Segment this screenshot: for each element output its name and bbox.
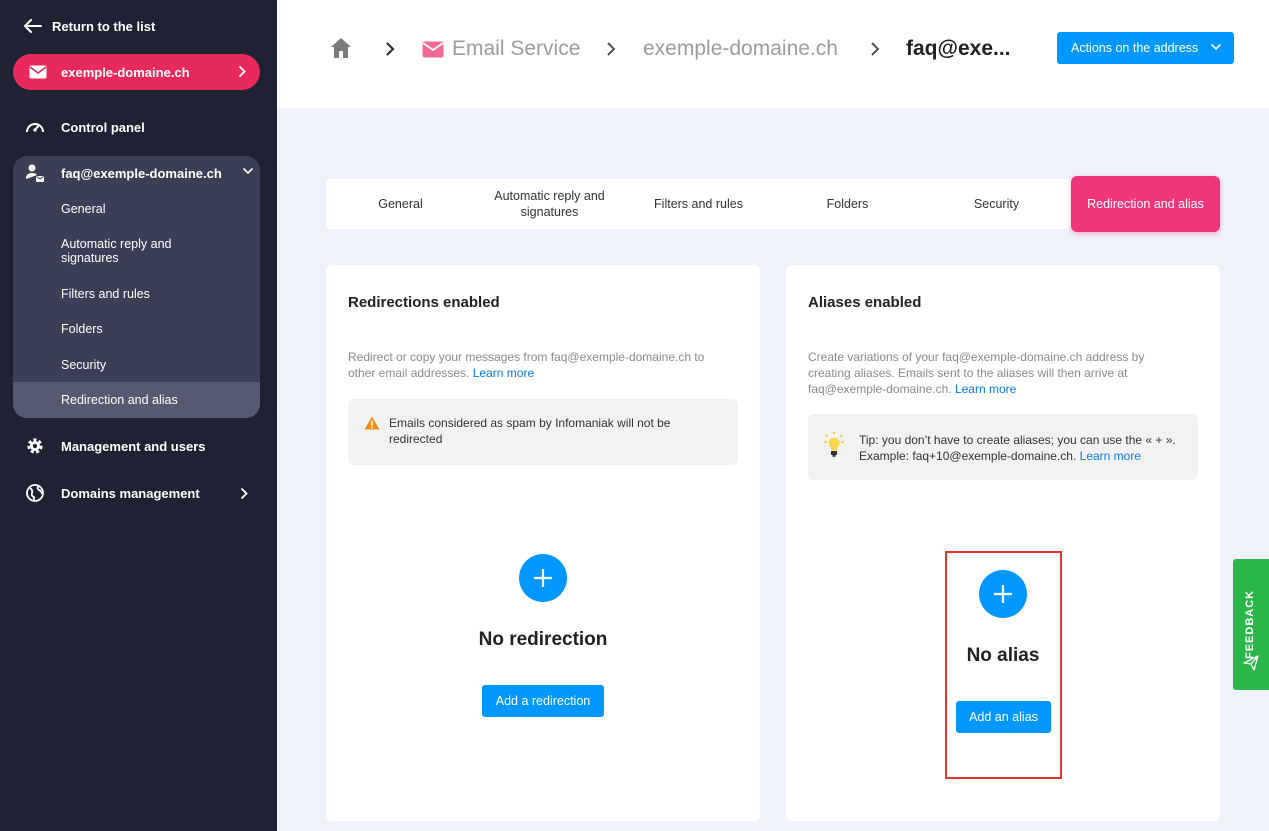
- arrow-left-icon: [24, 19, 42, 33]
- learn-more-link[interactable]: Learn more: [955, 382, 1016, 396]
- feedback-tab[interactable]: FEEDBACK: [1233, 559, 1269, 690]
- chevron-right-icon: [871, 42, 880, 56]
- learn-more-link[interactable]: Learn more: [473, 366, 534, 380]
- chevron-down-icon: [1210, 43, 1222, 51]
- page-header: Email Service exemple-domaine.ch faq@exe…: [277, 0, 1269, 108]
- return-to-list-label: Return to the list: [52, 18, 156, 34]
- tab-security[interactable]: Security: [922, 179, 1071, 229]
- globe-icon: [24, 482, 46, 504]
- chevron-right-icon: [240, 487, 248, 500]
- chevron-right-icon: [386, 42, 395, 56]
- chevron-right-icon: [238, 65, 246, 78]
- redirections-card: Redirections enabled Redirect or copy yo…: [326, 265, 760, 821]
- sidebar-item-auto-reply[interactable]: Automatic reply and signatures: [61, 237, 221, 265]
- sidebar: Return to the list exemple-domaine.ch Co…: [0, 0, 277, 831]
- mail-icon: [27, 61, 49, 83]
- sidebar-item-folders[interactable]: Folders: [61, 322, 221, 336]
- add-redirection-plus-button[interactable]: [519, 554, 567, 602]
- highlight-frame: [945, 551, 1062, 779]
- chevron-right-icon: [607, 42, 616, 56]
- sidebar-item-domains[interactable]: Domains management: [24, 482, 254, 504]
- account-submenu: faq@exemple-domaine.ch General Automatic…: [13, 156, 260, 418]
- account-label: faq@exemple-domaine.ch: [61, 165, 222, 181]
- tab-general[interactable]: General: [326, 179, 475, 229]
- actions-on-address-button[interactable]: Actions on the address: [1057, 32, 1234, 64]
- sidebar-item-filters[interactable]: Filters and rules: [61, 287, 221, 301]
- add-redirection-button[interactable]: Add a redirection: [482, 685, 604, 717]
- domain-selector[interactable]: exemple-domaine.ch: [13, 54, 260, 90]
- domain-label: exemple-domaine.ch: [61, 64, 190, 80]
- spam-warning-text: Emails considered as spam by Infomaniak …: [389, 416, 671, 446]
- tab-filters[interactable]: Filters and rules: [624, 179, 773, 229]
- aliases-title: Aliases enabled: [808, 294, 922, 311]
- chevron-down-icon: [242, 167, 254, 175]
- user-mail-icon: [24, 162, 46, 184]
- gear-icon: [24, 435, 46, 457]
- plus-icon: [534, 569, 552, 587]
- sidebar-item-redirection-alias[interactable]: Redirection and alias: [61, 393, 221, 407]
- redirections-description: Redirect or copy your messages from faq@…: [348, 349, 728, 381]
- aliases-description: Create variations of your faq@exemple-do…: [808, 349, 1188, 397]
- return-to-list-link[interactable]: Return to the list: [24, 16, 155, 36]
- sidebar-item-account[interactable]: faq@exemple-domaine.ch: [24, 162, 254, 184]
- spam-warning-notice: Emails considered as spam by Infomaniak …: [348, 399, 738, 465]
- dashboard-gauge-icon: [24, 116, 46, 138]
- lightbulb-icon: [824, 432, 844, 457]
- paper-plane-icon: [1243, 655, 1259, 671]
- breadcrumb-current: faq@exe...: [906, 37, 1011, 60]
- sidebar-item-security[interactable]: Security: [61, 358, 221, 372]
- domains-label: Domains management: [61, 485, 200, 501]
- alias-tip-text-wrap: Tip: you don’t have to create aliases; y…: [859, 432, 1189, 464]
- control-panel-label: Control panel: [61, 119, 145, 135]
- tab-auto-reply[interactable]: Automatic reply and signatures: [475, 179, 624, 229]
- sidebar-item-management[interactable]: Management and users: [24, 435, 254, 457]
- home-icon[interactable]: [330, 37, 352, 59]
- alias-tip-notice: Tip: you don’t have to create aliases; y…: [808, 414, 1198, 480]
- mail-icon: [422, 41, 444, 57]
- redirections-title: Redirections enabled: [348, 294, 500, 311]
- breadcrumb-domain[interactable]: exemple-domaine.ch: [643, 36, 838, 62]
- tab-redirection-alias[interactable]: Redirection and alias: [1071, 176, 1220, 232]
- breadcrumb-label: Email Service: [452, 37, 581, 60]
- sidebar-item-general[interactable]: General: [61, 202, 221, 216]
- tip-learn-more-link[interactable]: Learn more: [1080, 449, 1141, 463]
- management-label: Management and users: [61, 438, 206, 454]
- sidebar-item-control-panel[interactable]: Control panel: [24, 116, 254, 138]
- breadcrumb-email-service[interactable]: Email Service: [422, 36, 580, 62]
- actions-label: Actions on the address: [1071, 41, 1199, 55]
- tab-folders[interactable]: Folders: [773, 179, 922, 229]
- no-redirection-text: No redirection: [478, 629, 608, 650]
- warning-icon: [364, 416, 380, 430]
- tab-bar: General Automatic reply and signatures F…: [326, 176, 1220, 232]
